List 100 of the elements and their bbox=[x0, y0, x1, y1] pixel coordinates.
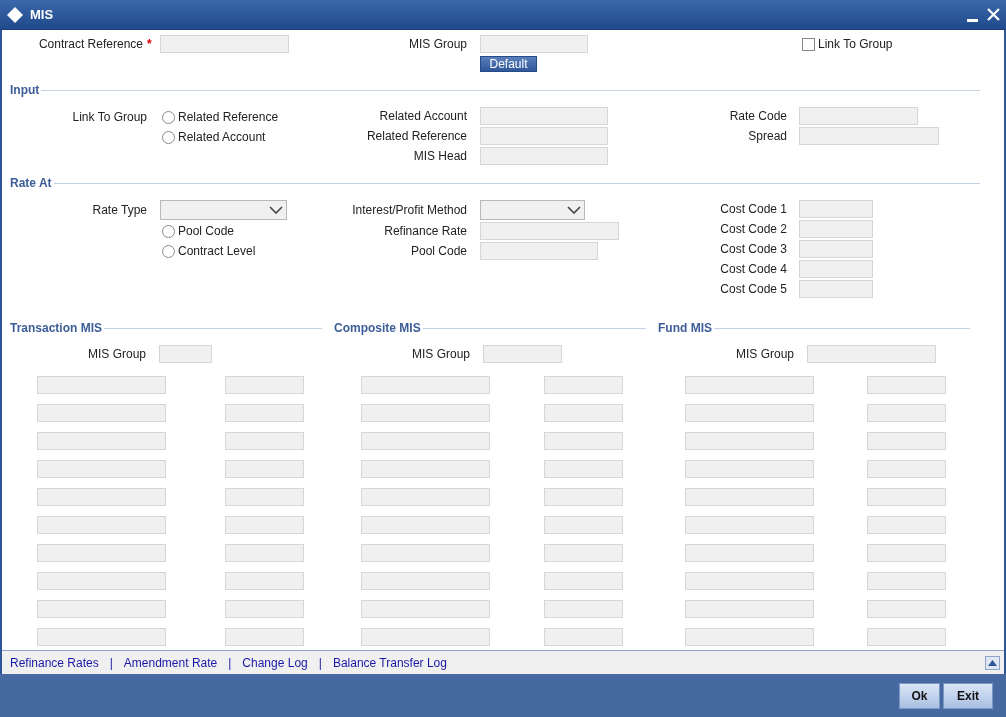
input-field[interactable] bbox=[867, 488, 946, 506]
input-field[interactable] bbox=[867, 600, 946, 618]
input-field[interactable] bbox=[361, 460, 490, 478]
input-field[interactable] bbox=[37, 460, 166, 478]
radio-button[interactable] bbox=[162, 110, 175, 124]
input-field[interactable] bbox=[544, 600, 623, 618]
input-field[interactable] bbox=[685, 460, 814, 478]
input-field[interactable] bbox=[799, 200, 873, 218]
diamond-icon bbox=[6, 5, 24, 24]
input-field[interactable] bbox=[544, 488, 623, 506]
input-field[interactable] bbox=[225, 628, 304, 646]
field-label: Cost Code 3 bbox=[719, 241, 787, 258]
input-field[interactable] bbox=[685, 404, 814, 422]
input-field[interactable] bbox=[544, 572, 623, 590]
input-field[interactable] bbox=[685, 628, 814, 646]
dialog-button[interactable]: Ok bbox=[899, 682, 940, 709]
input-field[interactable] bbox=[544, 516, 623, 534]
radio-button[interactable] bbox=[162, 224, 175, 238]
default-button[interactable]: Default bbox=[480, 56, 537, 72]
input-field[interactable] bbox=[160, 35, 289, 53]
input-field[interactable] bbox=[685, 488, 814, 506]
field-label: Refinance Rate bbox=[383, 223, 467, 240]
input-field[interactable] bbox=[361, 572, 490, 590]
dropdown[interactable] bbox=[160, 200, 287, 220]
close-icon[interactable] bbox=[987, 8, 1000, 21]
input-field[interactable] bbox=[799, 220, 873, 238]
input-field[interactable] bbox=[37, 488, 166, 506]
input-field[interactable] bbox=[685, 376, 814, 394]
input-field[interactable] bbox=[37, 516, 166, 534]
input-field[interactable] bbox=[799, 240, 873, 258]
input-field[interactable] bbox=[361, 432, 490, 450]
radio-label: Contract Level bbox=[178, 243, 256, 260]
input-field[interactable] bbox=[225, 432, 304, 450]
input-field[interactable] bbox=[544, 432, 623, 450]
input-field[interactable] bbox=[37, 544, 166, 562]
input-field[interactable] bbox=[685, 432, 814, 450]
dropdown[interactable] bbox=[480, 200, 585, 220]
radio-label: Pool Code bbox=[178, 223, 235, 240]
footer-link[interactable]: Amendment Rate bbox=[123, 653, 218, 672]
input-field[interactable] bbox=[225, 516, 304, 534]
dialog-button[interactable]: Exit bbox=[943, 682, 993, 709]
input-field[interactable] bbox=[37, 432, 166, 450]
input-field[interactable] bbox=[544, 628, 623, 646]
input-field[interactable] bbox=[480, 107, 608, 125]
input-field[interactable] bbox=[37, 376, 166, 394]
radio-button[interactable] bbox=[162, 244, 175, 258]
input-field[interactable] bbox=[685, 600, 814, 618]
input-field[interactable] bbox=[225, 572, 304, 590]
input-field[interactable] bbox=[799, 127, 939, 145]
input-field[interactable] bbox=[685, 572, 814, 590]
input-field[interactable] bbox=[361, 628, 490, 646]
input-field[interactable] bbox=[361, 544, 490, 562]
section-title: Composite MIS bbox=[334, 320, 422, 337]
input-field[interactable] bbox=[799, 260, 873, 278]
input-field[interactable] bbox=[483, 345, 562, 363]
input-field[interactable] bbox=[225, 404, 304, 422]
input-field[interactable] bbox=[480, 222, 619, 240]
input-field[interactable] bbox=[867, 404, 946, 422]
input-field[interactable] bbox=[799, 280, 873, 298]
checkbox[interactable] bbox=[802, 37, 815, 51]
input-field[interactable] bbox=[867, 572, 946, 590]
radio-button[interactable] bbox=[162, 130, 175, 144]
input-field[interactable] bbox=[361, 516, 490, 534]
input-field[interactable] bbox=[225, 488, 304, 506]
input-field[interactable] bbox=[225, 460, 304, 478]
input-field[interactable] bbox=[480, 147, 608, 165]
input-field[interactable] bbox=[685, 516, 814, 534]
input-field[interactable] bbox=[37, 628, 166, 646]
input-field[interactable] bbox=[544, 544, 623, 562]
scroll-up-button[interactable] bbox=[985, 655, 1000, 670]
input-field[interactable] bbox=[225, 376, 304, 394]
field-label: Pool Code bbox=[409, 243, 467, 260]
input-field[interactable] bbox=[867, 516, 946, 534]
input-field[interactable] bbox=[867, 432, 946, 450]
input-field[interactable] bbox=[867, 544, 946, 562]
input-field[interactable] bbox=[37, 600, 166, 618]
input-field[interactable] bbox=[867, 376, 946, 394]
input-field[interactable] bbox=[799, 107, 918, 125]
footer-link[interactable]: Refinance Rates bbox=[10, 653, 99, 672]
input-field[interactable] bbox=[544, 376, 623, 394]
input-field[interactable] bbox=[867, 628, 946, 646]
input-field[interactable] bbox=[37, 404, 166, 422]
input-field[interactable] bbox=[544, 460, 623, 478]
input-field[interactable] bbox=[225, 544, 304, 562]
input-field[interactable] bbox=[361, 600, 490, 618]
input-field[interactable] bbox=[361, 488, 490, 506]
input-field[interactable] bbox=[159, 345, 212, 363]
input-field[interactable] bbox=[361, 376, 490, 394]
input-field[interactable] bbox=[807, 345, 936, 363]
input-field[interactable] bbox=[480, 35, 588, 53]
input-field[interactable] bbox=[361, 404, 490, 422]
input-field[interactable] bbox=[37, 572, 166, 590]
input-field[interactable] bbox=[480, 242, 598, 260]
input-field[interactable] bbox=[544, 404, 623, 422]
footer-link[interactable]: Balance Transfer Log bbox=[332, 653, 447, 672]
footer-link[interactable]: Change Log bbox=[242, 653, 308, 672]
input-field[interactable] bbox=[225, 600, 304, 618]
input-field[interactable] bbox=[867, 460, 946, 478]
input-field[interactable] bbox=[480, 127, 608, 145]
input-field[interactable] bbox=[685, 544, 814, 562]
